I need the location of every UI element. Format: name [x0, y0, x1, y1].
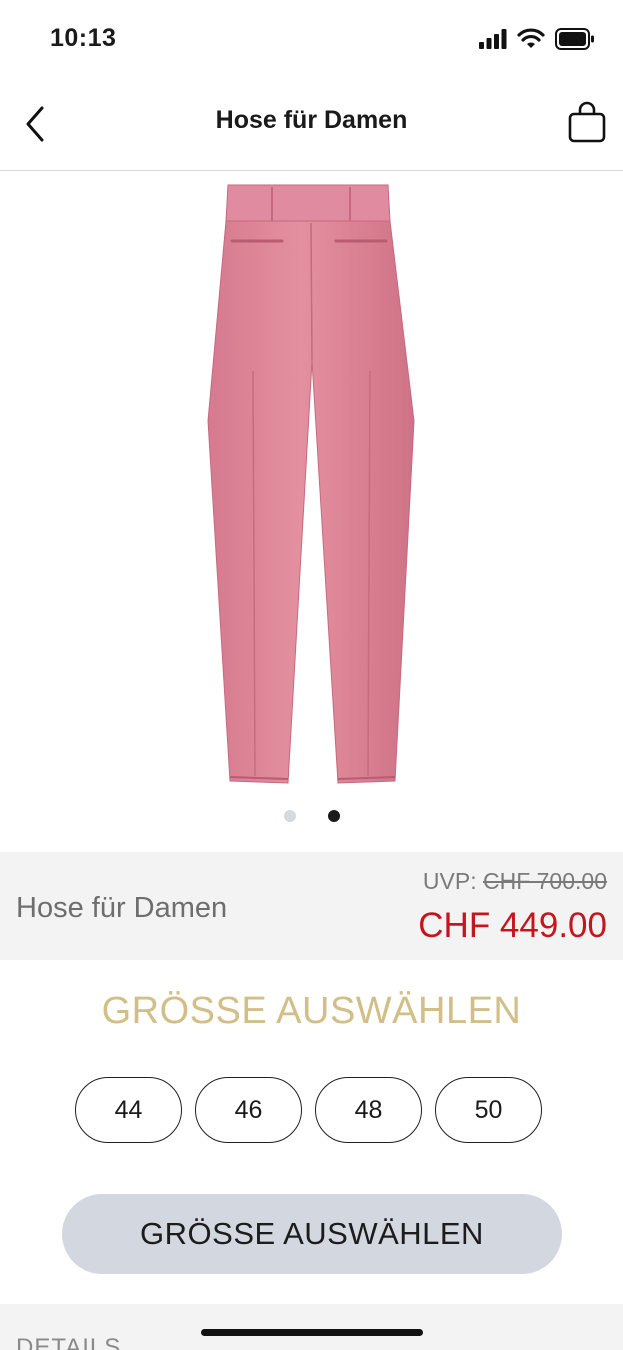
uvp-price: UVP: CHF 700.00	[423, 868, 607, 895]
signal-icon	[479, 29, 507, 49]
status-time: 10:13	[50, 24, 117, 52]
image-pager	[0, 810, 623, 826]
trousers-illustration	[207, 184, 415, 784]
status-bar: 10:13	[0, 0, 623, 80]
sale-price: CHF 449.00	[418, 906, 607, 945]
size-option-46[interactable]: 46	[195, 1077, 302, 1143]
details-label: DETAILS	[16, 1334, 122, 1350]
battery-icon	[555, 28, 594, 50]
wifi-icon	[517, 28, 545, 48]
cart-button[interactable]	[567, 100, 607, 146]
size-option-44[interactable]: 44	[75, 1077, 182, 1143]
details-section[interactable]: DETAILS	[0, 1304, 623, 1350]
status-icons	[479, 28, 595, 50]
shopping-bag-icon	[568, 101, 606, 143]
price-panel: Hose für Damen UVP: CHF 700.00 CHF 449.0…	[0, 852, 623, 960]
home-indicator	[201, 1329, 423, 1336]
uvp-label: UVP:	[422, 868, 477, 894]
product-name: Hose für Damen	[16, 892, 228, 924]
size-options: 44 46 48 50	[75, 1077, 542, 1143]
navigation-bar: Hose für Damen	[0, 80, 623, 171]
size-option-50[interactable]: 50	[435, 1077, 542, 1143]
product-image[interactable]	[0, 171, 623, 791]
pager-dot-active[interactable]	[327, 810, 340, 822]
original-price: CHF 700.00	[482, 868, 607, 894]
page-title: Hose für Damen	[215, 106, 408, 134]
size-option-48[interactable]: 48	[315, 1077, 422, 1143]
pager-dot[interactable]	[283, 810, 296, 822]
size-heading: GRÖSSE AUSWÄHLEN	[101, 990, 522, 1032]
select-size-button[interactable]: GRÖSSE AUSWÄHLEN	[62, 1194, 562, 1274]
